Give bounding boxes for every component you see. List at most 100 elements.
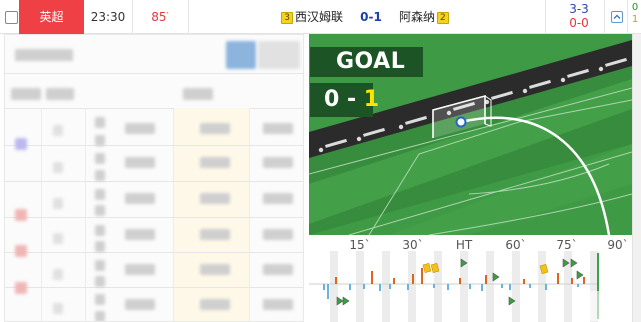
away-team-name[interactable]: 阿森纳 bbox=[399, 10, 435, 24]
goal-animation-pitch: GOAL 0 - 1 bbox=[309, 34, 632, 235]
blurred-text bbox=[95, 170, 105, 181]
blurred-text bbox=[53, 198, 63, 209]
expand-arrow-icon[interactable] bbox=[611, 11, 623, 23]
minute-value: 85 bbox=[151, 10, 167, 24]
timeline-label: 90` bbox=[607, 238, 629, 252]
blurred-text bbox=[53, 233, 63, 244]
match-minute: 85′ bbox=[132, 0, 188, 34]
blurred-text bbox=[11, 88, 41, 100]
goal-score: 0 - 1 bbox=[310, 83, 379, 117]
blurred-text bbox=[200, 157, 230, 168]
blurred-marker bbox=[15, 209, 27, 221]
half-score-primary: 3-3 bbox=[569, 2, 589, 16]
blurred-text bbox=[53, 303, 63, 314]
scrollbar[interactable] bbox=[632, 34, 641, 322]
column-divider bbox=[604, 0, 605, 34]
blurred-button[interactable] bbox=[258, 41, 300, 69]
timeline-label: 60` bbox=[505, 238, 527, 252]
blurred-text bbox=[263, 229, 293, 240]
blurred-text bbox=[53, 125, 63, 136]
away-card-badge: 2 bbox=[437, 12, 449, 24]
flag-icon bbox=[570, 258, 578, 268]
blurred-text bbox=[183, 88, 213, 100]
match-row[interactable]: 英超 23:30 85′ 3 西汉姆联 0-1 阿森纳 2 3-3 0-0 0 1 bbox=[0, 0, 641, 34]
blurred-marker bbox=[15, 245, 27, 257]
blurred-text bbox=[263, 264, 293, 275]
column-divider bbox=[249, 108, 250, 321]
blurred-text bbox=[125, 157, 155, 168]
goal-score-dash: - bbox=[346, 87, 357, 112]
event-timeline: 15` 30` HT 60` 75` 90` bbox=[309, 235, 632, 322]
blurred-text bbox=[125, 229, 155, 240]
column-divider bbox=[85, 108, 86, 321]
ball-icon bbox=[455, 116, 467, 128]
extra-stats: 0 1 bbox=[629, 0, 641, 34]
row-divider bbox=[5, 287, 303, 288]
flag-icon bbox=[336, 296, 344, 306]
blurred-text bbox=[263, 193, 293, 204]
blurred-text bbox=[46, 88, 74, 100]
extra-stat-top: 0 bbox=[631, 2, 639, 13]
goal-score-away: 1 bbox=[363, 87, 380, 112]
blurred-text bbox=[263, 157, 293, 168]
timeline-events bbox=[309, 253, 600, 321]
blurred-text bbox=[95, 205, 105, 216]
blurred-text bbox=[125, 123, 155, 134]
blurred-text bbox=[125, 264, 155, 275]
flag-icon bbox=[492, 272, 500, 282]
flag-icon bbox=[342, 296, 350, 306]
blurred-text bbox=[200, 264, 230, 275]
blurred-text bbox=[200, 229, 230, 240]
column-divider bbox=[41, 108, 42, 321]
blurred-text bbox=[95, 241, 105, 252]
blurred-text bbox=[263, 299, 293, 310]
blurred-button[interactable] bbox=[226, 41, 256, 69]
half-score-secondary: 0-0 bbox=[569, 16, 589, 30]
blurred-text bbox=[95, 276, 105, 287]
league-label[interactable]: 英超 bbox=[19, 0, 84, 34]
blurred-text bbox=[95, 225, 105, 236]
yellow-card-icon bbox=[430, 262, 440, 274]
blurred-text bbox=[53, 162, 63, 173]
blurred-marker bbox=[15, 282, 27, 294]
flag-icon bbox=[576, 270, 584, 280]
blurred-text bbox=[95, 135, 105, 146]
odds-panel-blurred bbox=[4, 34, 304, 322]
blurred-text bbox=[95, 189, 105, 200]
half-scores: 3-3 0-0 bbox=[548, 2, 610, 30]
blurred-text bbox=[95, 260, 105, 271]
away-team[interactable]: 阿森纳 2 bbox=[399, 0, 459, 34]
row-divider bbox=[5, 181, 303, 182]
blurred-marker bbox=[15, 138, 27, 150]
timeline-label: 30` bbox=[402, 238, 424, 252]
column-divider bbox=[188, 0, 189, 34]
timeline-bar bbox=[309, 251, 632, 322]
yellow-card-icon bbox=[422, 262, 432, 274]
home-team[interactable]: 3 西汉姆联 bbox=[255, 0, 343, 34]
flag-icon bbox=[460, 258, 468, 268]
kickoff-time: 23:30 bbox=[90, 10, 126, 24]
blurred-text bbox=[263, 123, 293, 134]
column-divider bbox=[545, 0, 546, 34]
flag-icon bbox=[562, 258, 570, 268]
highlight-column bbox=[173, 108, 249, 321]
live-score-view: 英超 23:30 85′ 3 西汉姆联 0-1 阿森纳 2 3-3 0-0 0 1 bbox=[0, 0, 641, 322]
select-checkbox[interactable] bbox=[5, 11, 18, 24]
row-divider bbox=[5, 108, 303, 109]
blurred-text bbox=[125, 193, 155, 204]
row-divider bbox=[5, 217, 303, 218]
row-divider bbox=[5, 252, 303, 253]
match-score[interactable]: 0-1 bbox=[346, 0, 396, 34]
flag-icon bbox=[508, 296, 516, 306]
timeline-label: 75` bbox=[556, 238, 578, 252]
goal-score-home: 0 bbox=[324, 87, 340, 112]
blurred-text bbox=[95, 153, 105, 164]
home-team-name[interactable]: 西汉姆联 bbox=[295, 10, 343, 24]
blurred-text bbox=[200, 193, 230, 204]
timeline-label: HT bbox=[455, 238, 473, 252]
goal-banner: GOAL bbox=[310, 47, 423, 77]
yellow-card-icon bbox=[539, 263, 549, 275]
row-divider bbox=[5, 73, 303, 74]
blurred-text bbox=[15, 49, 73, 61]
home-card-badge: 3 bbox=[281, 12, 293, 24]
